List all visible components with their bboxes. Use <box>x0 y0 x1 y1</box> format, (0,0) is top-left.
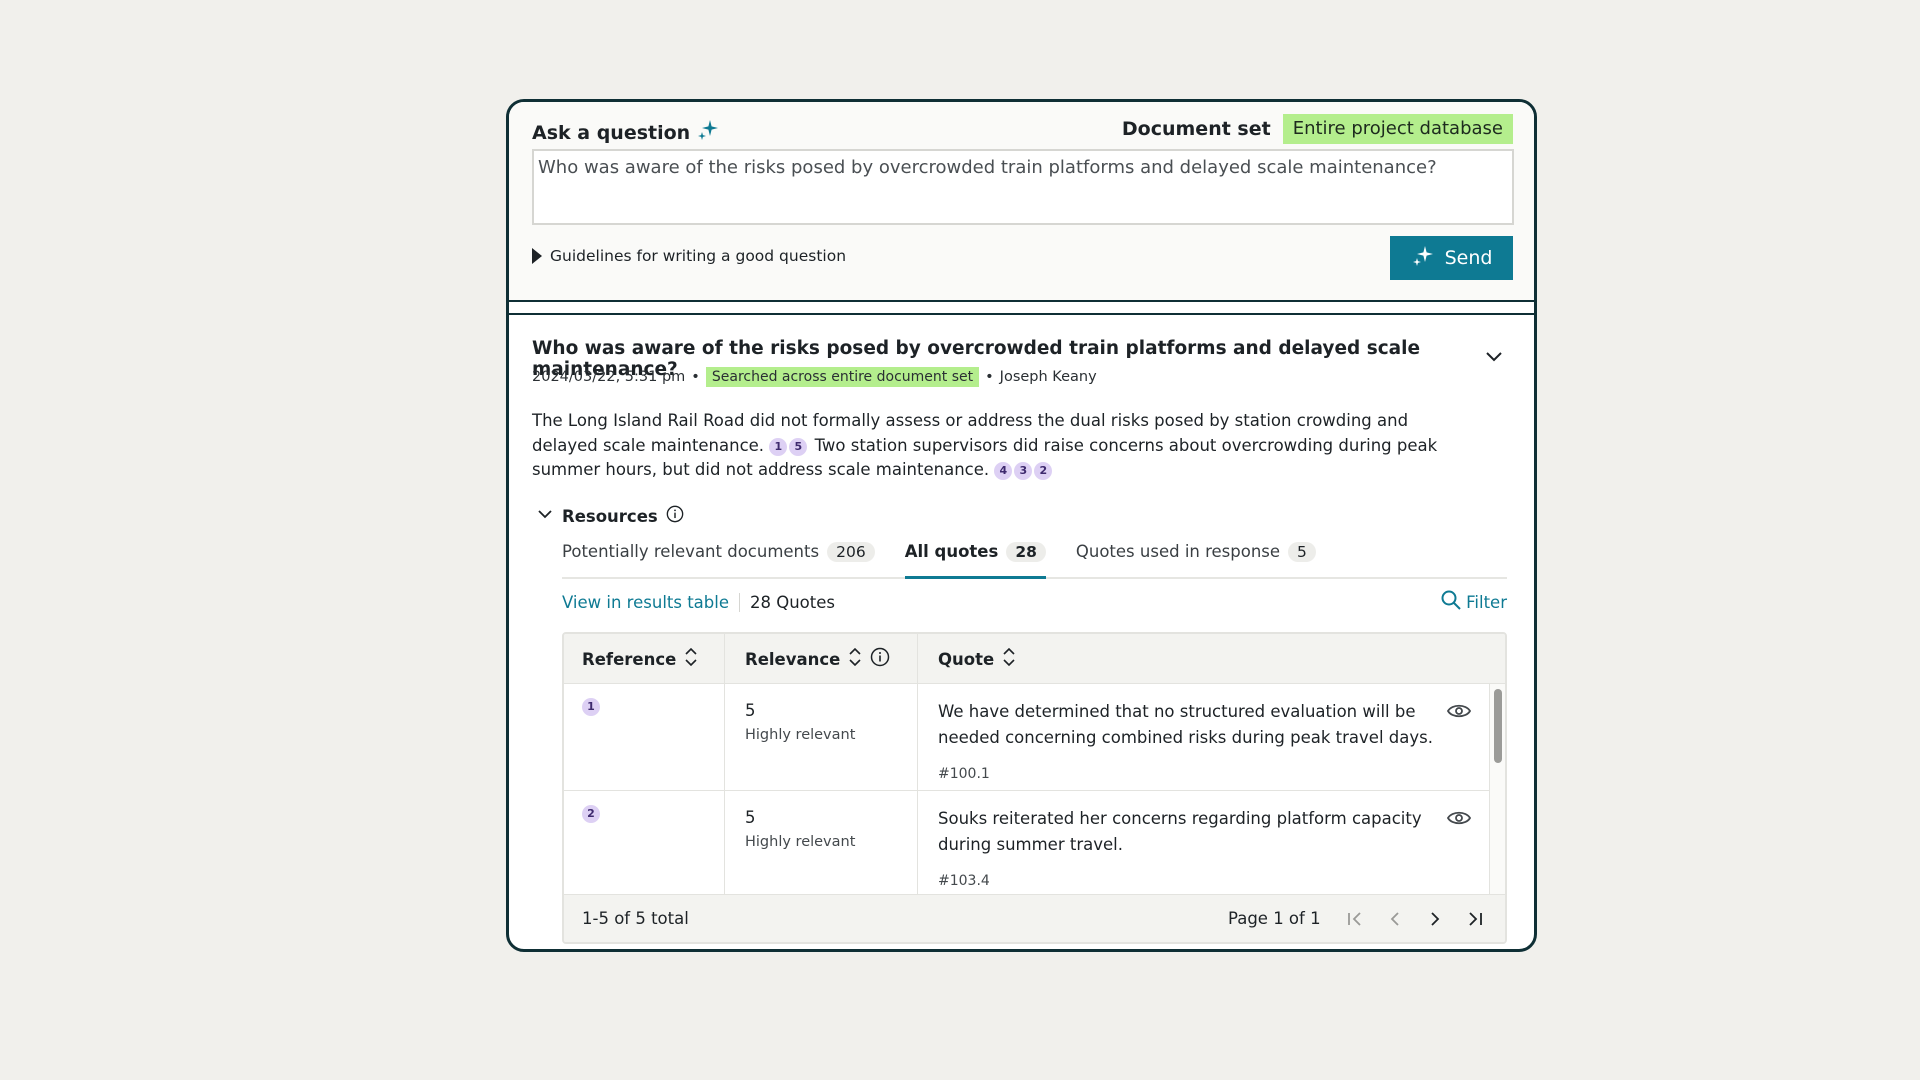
ask-title: Ask a question <box>532 118 720 147</box>
next-page-icon[interactable] <box>1424 908 1446 930</box>
tab-label: All quotes <box>904 542 999 561</box>
eye-icon[interactable] <box>1446 701 1472 721</box>
info-icon[interactable] <box>870 647 890 671</box>
quote-reference: #103.4 <box>938 873 990 889</box>
author: Joseph Keany <box>999 369 1097 385</box>
sort-icon <box>1002 647 1016 670</box>
column-relevance[interactable]: Relevance <box>745 634 890 684</box>
relevance-label: Highly relevant <box>745 727 856 743</box>
column-reference[interactable]: Reference <box>582 634 698 684</box>
previous-page-icon[interactable] <box>1384 908 1406 930</box>
answer-text: The Long Island Rail Road did not formal… <box>532 409 1462 483</box>
tab-count: 206 <box>827 542 875 562</box>
document-set: Document set Entire project database <box>1122 114 1513 144</box>
ask-section: Ask a question Document set Entire proje… <box>509 102 1534 302</box>
citation-badge[interactable]: 1 <box>769 437 788 456</box>
ask-title-label: Ask a question <box>532 121 691 144</box>
quote-text: Souks reiterated her concerns regarding … <box>938 809 1422 854</box>
timestamp: 2024/03/22, 5:31 pm <box>532 369 686 385</box>
sparkle-icon <box>696 118 720 147</box>
qa-panel: Ask a question Document set Entire proje… <box>506 99 1537 952</box>
document-set-label: Document set <box>1121 118 1271 140</box>
citation-badge[interactable]: 4 <box>994 462 1013 480</box>
eye-icon[interactable] <box>1446 808 1472 828</box>
relevance-value: 5 <box>745 808 756 827</box>
result-meta: 2024/03/22, 5:31 pm • Searched across en… <box>532 367 1097 387</box>
sort-icon <box>848 647 862 670</box>
resource-tabs: Potentially relevant documents 206 All q… <box>562 539 1507 579</box>
search-icon <box>1440 589 1462 615</box>
reference-badge[interactable]: 2 <box>582 805 600 823</box>
relevance-label: Highly relevant <box>745 834 856 850</box>
view-in-results-table-link[interactable]: View in results table <box>562 592 740 612</box>
send-label: Send <box>1444 247 1493 269</box>
last-page-icon[interactable] <box>1464 908 1486 930</box>
quote-text: We have determined that no structured ev… <box>938 702 1433 747</box>
chevron-down-icon[interactable] <box>1484 346 1504 366</box>
quotes-table: Reference Relevance Quote 1 5 Highly rel… <box>562 632 1507 944</box>
tab-label: Quotes used in response <box>1075 542 1281 561</box>
table-header: Reference Relevance Quote <box>564 634 1505 684</box>
divider <box>509 313 1534 315</box>
table-row[interactable]: 1 5 Highly relevant We have determined t… <box>564 684 1489 791</box>
send-button[interactable]: Send <box>1390 236 1513 280</box>
separator-dot: • <box>691 369 700 385</box>
reference-badge[interactable]: 1 <box>582 698 600 716</box>
citation-badge[interactable]: 5 <box>789 437 808 456</box>
quotes-count: 28 Quotes <box>750 592 835 612</box>
caret-right-icon <box>532 248 542 264</box>
table-row[interactable]: 2 5 Highly relevant Souks reiterated her… <box>564 791 1489 898</box>
column-quote[interactable]: Quote <box>938 634 1016 684</box>
column-label: Reference <box>582 649 677 669</box>
citation-badge[interactable]: 3 <box>1014 462 1033 480</box>
document-set-value[interactable]: Entire project database <box>1282 114 1513 144</box>
sort-icon <box>684 647 698 670</box>
tab-quotes-used-in-response[interactable]: Quotes used in response 5 <box>1076 539 1316 579</box>
separator-dot: • <box>985 369 994 385</box>
tab-count: 28 <box>1006 542 1046 562</box>
page-info: Page 1 of 1 <box>1228 909 1321 928</box>
question-input[interactable]: Who was aware of the risks posed by over… <box>532 149 1514 225</box>
tab-label: Potentially relevant documents <box>562 542 820 561</box>
first-page-icon[interactable] <box>1344 908 1366 930</box>
resources-label: Resources <box>562 506 658 526</box>
table-footer: 1-5 of 5 total Page 1 of 1 <box>564 894 1505 942</box>
results-subbar: View in results table 28 Quotes Filter <box>562 587 1507 617</box>
chevron-down-icon <box>536 505 554 527</box>
resources-toggle[interactable]: Resources <box>536 505 684 527</box>
tab-potentially-relevant-documents[interactable]: Potentially relevant documents 206 <box>562 539 875 579</box>
tab-count: 5 <box>1288 542 1316 562</box>
tab-all-quotes[interactable]: All quotes 28 <box>904 539 1046 579</box>
citation-badge[interactable]: 2 <box>1034 462 1053 480</box>
guidelines-label: Guidelines for writing a good question <box>550 247 847 265</box>
column-label: Quote <box>938 649 995 669</box>
total-count: 1-5 of 5 total <box>582 909 689 928</box>
info-icon[interactable] <box>666 505 684 527</box>
scope-badge: Searched across entire document set <box>705 367 980 387</box>
relevance-value: 5 <box>745 701 756 720</box>
filter-label: Filter <box>1466 592 1507 612</box>
scrollbar-thumb[interactable] <box>1494 689 1502 763</box>
sparkle-icon <box>1411 244 1435 273</box>
divider <box>509 300 1534 302</box>
filter-button[interactable]: Filter <box>1440 589 1507 615</box>
quote-reference: #100.1 <box>938 766 990 782</box>
column-label: Relevance <box>745 649 841 669</box>
table-scrollbar[interactable] <box>1489 684 1505 896</box>
guidelines-toggle[interactable]: Guidelines for writing a good question <box>532 247 846 265</box>
